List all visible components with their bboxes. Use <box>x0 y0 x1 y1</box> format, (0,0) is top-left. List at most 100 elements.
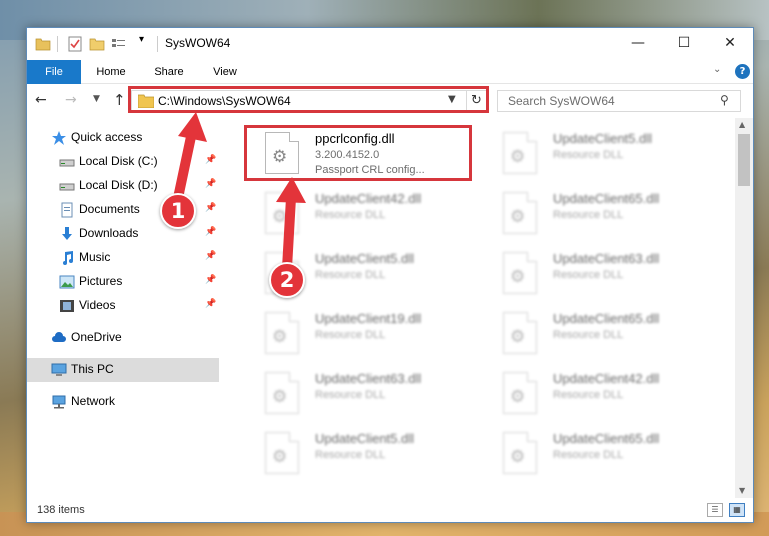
search-icon[interactable]: ⚲ <box>720 93 729 107</box>
status-bar: 138 items ☰ ▦ <box>27 500 753 522</box>
back-arrow-icon[interactable]: ← <box>35 92 47 108</box>
file-description: Resource DLL <box>315 329 386 341</box>
sidebar-item-label: Quick access <box>71 130 143 144</box>
sidebar-item-pictures[interactable]: Pictures 📌 <box>27 270 219 294</box>
folder-icon[interactable] <box>35 36 51 52</box>
file-name: UpdateClient65.dll <box>553 431 660 446</box>
download-icon <box>62 227 72 240</box>
sidebar-item-label: Videos <box>79 298 116 312</box>
dll-file-icon: ⚙ <box>503 252 537 294</box>
minimize-button[interactable]: — <box>615 28 661 58</box>
gear-icon: ⚙ <box>272 447 288 467</box>
search-box[interactable]: Search SysWOW64 ⚲ <box>497 90 741 112</box>
file-description: Resource DLL <box>315 209 386 221</box>
file-list: ⚙ ppcrlconfig.dll 3.200.4152.0 Passport … <box>227 122 735 496</box>
sidebar-item-music[interactable]: Music 📌 <box>27 246 219 270</box>
help-icon[interactable]: ? <box>735 64 750 79</box>
tiles-view-icon[interactable]: ▦ <box>729 503 745 517</box>
sidebar-item-videos[interactable]: Videos 📌 <box>27 294 219 318</box>
pin-icon[interactable]: 📌 <box>205 203 216 213</box>
star-icon <box>52 131 66 145</box>
scrollbar-thumb[interactable] <box>738 134 750 186</box>
navigation-pane: Quick access Local Disk (C:) 📌 Local Dis… <box>27 122 219 502</box>
file-name: UpdateClient5.dll <box>315 431 415 446</box>
file-name: UpdateClient65.dll <box>553 311 660 326</box>
pin-icon[interactable]: 📌 <box>205 275 216 285</box>
pin-icon[interactable]: 📌 <box>205 155 216 165</box>
dll-file-icon: ⚙ <box>503 372 537 414</box>
sidebar-item-onedrive[interactable]: OneDrive <box>27 326 219 350</box>
computer-icon <box>51 363 67 376</box>
file-item[interactable]: ⚙ UpdateClient42.dll Resource DLL <box>485 366 711 420</box>
network-icon <box>52 395 66 409</box>
sidebar-item-label: Local Disk (C:) <box>79 154 158 168</box>
sidebar-item-network[interactable]: Network <box>27 390 219 414</box>
customize-quick-access-chevron-icon[interactable]: ▾ <box>139 34 151 50</box>
tab-share[interactable]: Share <box>143 60 195 84</box>
file-description: Resource DLL <box>553 329 624 341</box>
pin-icon[interactable]: 📌 <box>205 179 216 189</box>
pictures-icon <box>59 275 75 289</box>
scroll-down-arrow-icon[interactable]: ▼ <box>739 486 745 495</box>
file-annotation-box <box>244 125 472 181</box>
sidebar-item-label: Documents <box>79 202 140 216</box>
sidebar-item-local-disk-c[interactable]: Local Disk (C:) 📌 <box>27 150 219 174</box>
file-item[interactable]: ⚙ UpdateClient5.dll Resource DLL <box>247 426 473 480</box>
file-item[interactable]: ⚙ UpdateClient5.dll Resource DLL <box>485 126 711 180</box>
gear-icon: ⚙ <box>510 387 526 407</box>
recent-locations-chevron-icon[interactable]: ▼ <box>93 94 100 104</box>
gear-icon: ⚙ <box>272 207 288 227</box>
file-item[interactable]: ⚙ UpdateClient65.dll Resource DLL <box>485 426 711 480</box>
pin-icon[interactable]: 📌 <box>205 251 216 261</box>
search-input[interactable]: Search SysWOW64 <box>508 94 615 108</box>
drive-icon <box>59 183 75 191</box>
up-arrow-icon[interactable]: ↑ <box>113 91 126 109</box>
sidebar-item-label: Network <box>71 394 116 408</box>
file-item[interactable]: ⚙ UpdateClient42.dll Resource DLL <box>247 186 473 240</box>
tab-view[interactable]: View <box>199 60 251 84</box>
new-folder-icon[interactable] <box>89 36 105 52</box>
drive-icon <box>59 159 75 167</box>
sidebar-item-label: Downloads <box>79 226 139 240</box>
file-name: UpdateClient19.dll <box>315 311 422 326</box>
pin-icon[interactable]: 📌 <box>205 227 216 237</box>
sidebar-item-label: Pictures <box>79 274 123 288</box>
gear-icon: ⚙ <box>510 207 526 227</box>
properties-icon[interactable] <box>111 36 127 52</box>
file-item[interactable]: ⚙ UpdateClient65.dll Resource DLL <box>485 306 711 360</box>
sidebar-item-this-pc[interactable]: This PC <box>27 358 219 382</box>
sidebar-item-local-disk-d[interactable]: Local Disk (D:) 📌 <box>27 174 219 198</box>
sidebar-item-downloads[interactable]: Downloads 📌 <box>27 222 219 246</box>
scroll-up-arrow-icon[interactable]: ▲ <box>739 120 745 129</box>
file-description: Resource DLL <box>315 389 386 401</box>
gear-icon: ⚙ <box>510 147 526 167</box>
ribbon-tabs: File Home Share View ⌄ ? <box>27 60 753 84</box>
file-item[interactable]: ⚙ UpdateClient19.dll Resource DLL <box>247 306 473 360</box>
maximize-button[interactable]: ☐ <box>661 28 707 58</box>
file-description: Resource DLL <box>315 449 386 461</box>
tab-file[interactable]: File <box>27 60 81 84</box>
toolbar-separator <box>57 36 58 52</box>
file-name: UpdateClient42.dll <box>553 371 660 386</box>
videos-icon <box>60 300 74 312</box>
vertical-scrollbar[interactable]: ▲ ▼ <box>735 118 753 498</box>
pin-icon[interactable]: 📌 <box>205 299 216 309</box>
file-item[interactable]: ⚙ UpdateClient63.dll Resource DLL <box>247 366 473 420</box>
file-name: UpdateClient42.dll <box>315 191 422 206</box>
file-item[interactable]: ⚙ UpdateClient63.dll Resource DLL <box>485 246 711 300</box>
details-view-icon[interactable]: ☰ <box>707 503 723 517</box>
close-button[interactable]: ✕ <box>707 28 753 58</box>
dll-file-icon: ⚙ <box>503 432 537 474</box>
gear-icon: ⚙ <box>510 447 526 467</box>
sidebar-item-quick-access[interactable]: Quick access <box>27 126 219 150</box>
file-item[interactable]: ⚙ UpdateClient65.dll Resource DLL <box>485 186 711 240</box>
file-name: UpdateClient63.dll <box>553 251 660 266</box>
gear-icon: ⚙ <box>510 267 526 287</box>
properties-check-icon[interactable] <box>67 36 83 52</box>
tab-home[interactable]: Home <box>83 60 139 84</box>
expand-ribbon-chevron-icon[interactable]: ⌄ <box>713 64 721 75</box>
toolbar-separator <box>157 36 158 52</box>
documents-icon <box>61 202 73 218</box>
forward-arrow-icon[interactable]: → <box>65 92 77 108</box>
cloud-icon <box>52 332 66 342</box>
